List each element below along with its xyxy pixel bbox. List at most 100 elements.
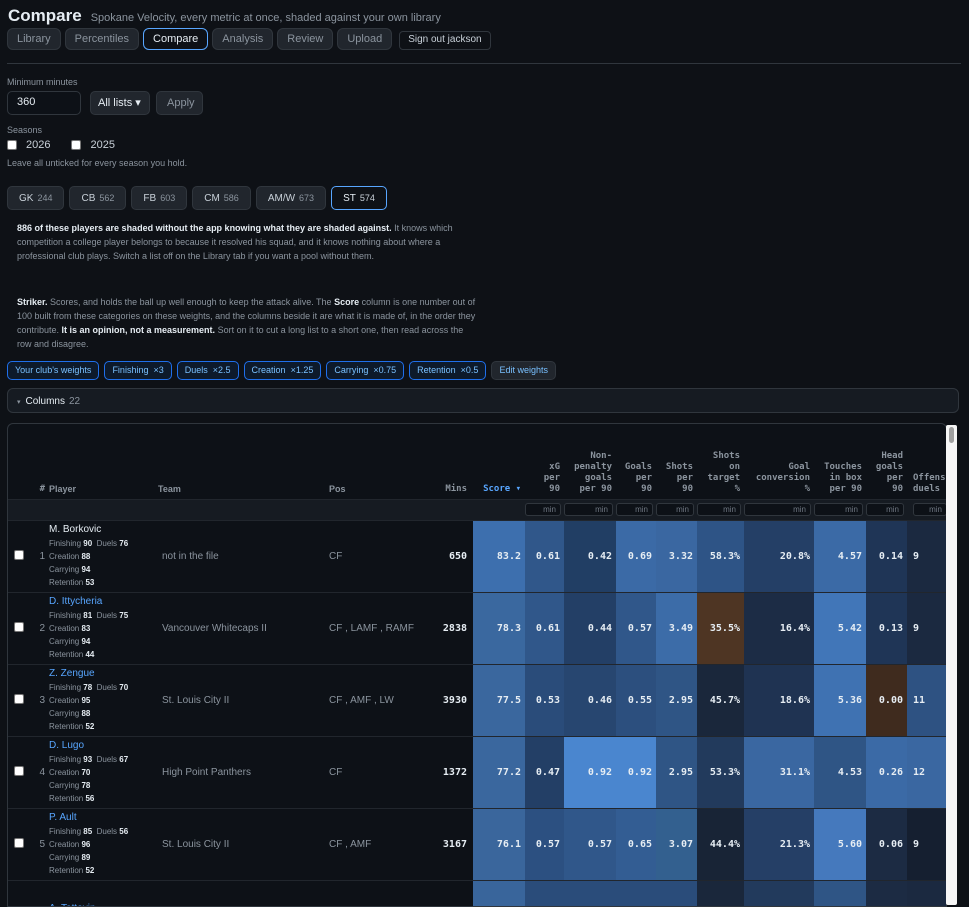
row-rank: 3 xyxy=(30,663,49,736)
col-team[interactable]: Team xyxy=(158,424,329,499)
col-shots-on-target[interactable]: Shots on target% xyxy=(697,424,744,499)
sign-out-button[interactable]: Sign out jackson xyxy=(399,31,491,50)
col-rank[interactable]: # xyxy=(30,424,49,499)
table-row[interactable]: 2 D. Ittycheria Finishing 81 Duels 75 Creat… xyxy=(8,591,946,664)
season-2026-checkbox[interactable] xyxy=(7,140,17,150)
edit-weights-button[interactable]: Edit weights xyxy=(491,361,556,380)
player-team: St. Louis City II xyxy=(158,807,329,880)
col-goals-per-90[interactable]: Goals per 90 xyxy=(616,424,656,499)
min-filter-input[interactable]: min xyxy=(814,503,863,516)
row-checkbox[interactable] xyxy=(14,837,24,848)
metric-cell: 3.49 xyxy=(656,591,697,664)
min-filter-input[interactable]: min xyxy=(564,503,613,516)
metric-cell: 31.1% xyxy=(744,735,814,808)
col-mins[interactable]: Mins xyxy=(425,424,473,499)
table-row[interactable]: 5 P. Ault Finishing 85 Duels 56 Creation 96… xyxy=(8,807,946,880)
apply-button[interactable]: Apply xyxy=(156,91,203,115)
min-filter-input[interactable]: min xyxy=(744,503,811,516)
player-minutes: 3930 xyxy=(425,663,473,736)
weight-chip-creation[interactable]: Creation ×1.25 xyxy=(243,361,322,380)
player-position: CF , LAMF , RAMF xyxy=(329,591,425,664)
score-cell xyxy=(473,879,525,906)
col-offensive-duels[interactable]: Offens duels xyxy=(907,424,946,499)
tab-amw[interactable]: AM/W 673 xyxy=(255,186,327,210)
col-pos[interactable]: Pos xyxy=(329,424,425,499)
season-2025-checkbox[interactable] xyxy=(71,140,82,150)
metric-cell: 4.57 xyxy=(814,519,866,592)
metric-cell xyxy=(907,879,946,906)
table-row[interactable]: 3 Z. Zengue Finishing 78 Duels 70 Creation … xyxy=(8,663,946,736)
metric-cell xyxy=(866,879,907,906)
col-shots-per-90[interactable]: Shots per 90 xyxy=(656,424,697,499)
player-name[interactable]: A. Tattevin xyxy=(49,903,158,906)
columns-toggle[interactable]: ▾ Columns 22 xyxy=(7,388,959,413)
compare-table-container[interactable]: # Player Team Pos Mins Score ▾ xG per 90 N… xyxy=(7,423,947,907)
scrollbar-thumb[interactable] xyxy=(949,427,954,443)
weight-chip-finishing[interactable]: Finishing ×3 xyxy=(104,361,172,380)
table-scrollbar[interactable] xyxy=(946,425,957,905)
player-team: St. Louis City II xyxy=(158,663,329,736)
weight-chip-carrying[interactable]: Carrying ×0.75 xyxy=(326,361,405,380)
min-filter-input[interactable]: min xyxy=(866,503,904,516)
nav-percentiles[interactable]: Percentiles xyxy=(64,28,140,50)
tab-gk[interactable]: GK 244 xyxy=(7,186,65,210)
nav-upload[interactable]: Upload xyxy=(337,28,393,50)
table-row[interactable]: 4 D. Lugo Finishing 93 Duels 67 Creation 70… xyxy=(8,735,946,808)
min-filter-input[interactable]: min xyxy=(525,503,561,516)
min-minutes-input[interactable]: 360 xyxy=(7,91,81,115)
metric-cell xyxy=(616,879,656,906)
tab-st[interactable]: ST 574 xyxy=(331,186,387,210)
header-divider xyxy=(7,63,961,64)
player-name[interactable]: D. Ittycheria xyxy=(49,596,158,607)
nav-analysis[interactable]: Analysis xyxy=(212,28,274,50)
row-checkbox[interactable] xyxy=(14,621,24,632)
metric-cell: 0.61 xyxy=(525,591,564,664)
row-checkbox[interactable] xyxy=(14,765,24,776)
metric-cell: 2.95 xyxy=(656,663,697,736)
metric-cell: 0.42 xyxy=(564,519,616,592)
col-head-goals[interactable]: Head goals per 90 xyxy=(866,424,907,499)
row-checkbox[interactable] xyxy=(14,693,24,704)
tab-cm[interactable]: CM 586 xyxy=(192,186,251,210)
nav-compare[interactable]: Compare xyxy=(143,28,209,50)
metric-cell: 20.8% xyxy=(744,519,814,592)
table-row[interactable]: 6A. TattevinFinishing 83 Duels 62 xyxy=(8,879,946,906)
season-2026-label: 2026 xyxy=(26,139,51,151)
min-filter-input[interactable]: min xyxy=(656,503,694,516)
player-name[interactable]: P. Ault xyxy=(49,812,158,823)
compare-table: # Player Team Pos Mins Score ▾ xG per 90 N… xyxy=(8,424,946,906)
col-player[interactable]: Player xyxy=(49,424,158,499)
club-weights-chip[interactable]: Your club's weights xyxy=(7,361,100,380)
min-filter-input[interactable]: min xyxy=(616,503,653,516)
metric-cell: 5.36 xyxy=(814,663,866,736)
nav-review[interactable]: Review xyxy=(277,28,334,50)
row-rank: 2 xyxy=(30,591,49,664)
metric-cell: 0.65 xyxy=(616,807,656,880)
row-checkbox[interactable] xyxy=(14,549,24,560)
lists-select[interactable]: All lists ▾ xyxy=(90,91,150,115)
min-filter-input[interactable]: min xyxy=(697,503,741,516)
col-xg-per-90[interactable]: xG per 90 xyxy=(525,424,564,499)
col-score[interactable]: Score ▾ xyxy=(473,424,525,499)
col-goal-conversion[interactable]: Goal conversion% xyxy=(744,424,814,499)
metric-cell: 9 xyxy=(907,591,946,664)
tab-fb[interactable]: FB 603 xyxy=(131,186,188,210)
metric-cell: 44.4% xyxy=(697,807,744,880)
tab-cb[interactable]: CB 562 xyxy=(69,186,127,210)
col-np-goals-per-90[interactable]: Non-penalty goals per 90 xyxy=(564,424,616,499)
player-team: Vancouver Whitecaps II xyxy=(158,591,329,664)
player-name[interactable]: Z. Zengue xyxy=(49,668,158,679)
player-position xyxy=(329,879,425,906)
min-minutes-label: Minimum minutes xyxy=(7,77,78,87)
min-filter-input[interactable]: min xyxy=(913,503,946,516)
metric-cell: 4.53 xyxy=(814,735,866,808)
col-touches-in-box[interactable]: Touches in box per 90 xyxy=(814,424,866,499)
shading-notice: 886 of these players are shaded without … xyxy=(17,223,453,261)
score-cell: 83.2 xyxy=(473,519,525,592)
nav-library[interactable]: Library xyxy=(7,28,61,50)
metric-cell: 11 xyxy=(907,663,946,736)
weight-chip-retention[interactable]: Retention ×0.5 xyxy=(409,361,487,380)
weight-chip-duels[interactable]: Duels ×2.5 xyxy=(176,361,239,380)
table-row[interactable]: 1 M. Borkovic Finishing 90 Duels 76 Creatio… xyxy=(8,519,946,592)
player-name[interactable]: D. Lugo xyxy=(49,740,158,751)
